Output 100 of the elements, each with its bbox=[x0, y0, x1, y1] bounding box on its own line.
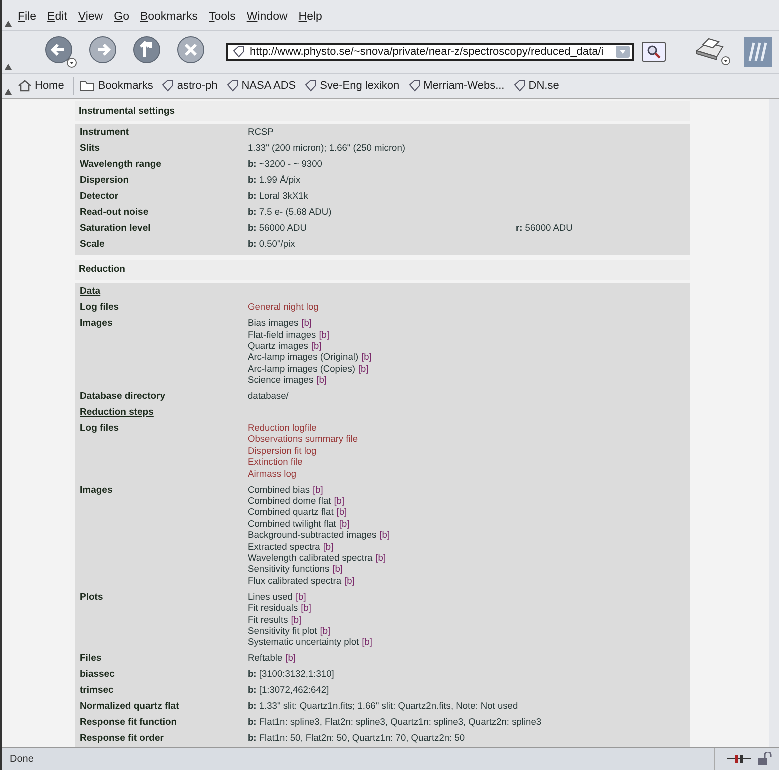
file-link[interactable]: [b] bbox=[358, 364, 369, 374]
field-value: Combined quartz flat bbox=[248, 507, 334, 518]
file-link[interactable]: Extinction file bbox=[248, 457, 303, 468]
field-label: Instrument bbox=[80, 127, 130, 138]
field-label: Read-out noise bbox=[80, 207, 149, 218]
field-value: 1.33" (200 micron); 1.66" (250 micron) bbox=[248, 143, 406, 154]
bookmark-item[interactable]: DN.se bbox=[514, 80, 560, 92]
file-link[interactable]: [b] bbox=[332, 564, 343, 574]
field-value: b: 56000 ADU bbox=[248, 223, 307, 234]
field-value: b: Loral 3kX1k bbox=[248, 191, 308, 202]
subsection-link[interactable]: Data bbox=[80, 286, 101, 298]
field-value: RCSP bbox=[248, 127, 274, 138]
file-link[interactable]: Observations summary file bbox=[248, 434, 358, 444]
bookmark-tag-icon bbox=[514, 80, 526, 92]
field-value: r: 56000 ADU bbox=[516, 223, 573, 234]
bookmark-tag-icon bbox=[226, 80, 239, 92]
grip-icon[interactable] bbox=[5, 89, 12, 95]
field-label: Log files bbox=[80, 302, 120, 314]
field-value: b: Flat1n: 50, Flat2n: 50, Quartz1n: 70, Quartz2n: 50 bbox=[248, 733, 466, 744]
file-link[interactable]: [b] bbox=[323, 542, 334, 552]
printer-icon[interactable] bbox=[693, 37, 733, 67]
field-value: b: [1:3072,462:642] bbox=[248, 685, 330, 696]
address-field[interactable]: http://www.physto.se/~snova/private/near-z/spectroscopy/reduced_data/i bbox=[226, 43, 634, 61]
search-button[interactable] bbox=[642, 42, 666, 62]
bookmark-item[interactable]: NASA ADS bbox=[226, 80, 296, 92]
field-value: Arc-lamp images (Original) bbox=[248, 352, 359, 362]
file-link[interactable]: [b] bbox=[302, 318, 312, 328]
back-button[interactable] bbox=[44, 35, 78, 69]
menu-item[interactable]: Tools bbox=[209, 11, 236, 23]
menu-item[interactable]: Edit bbox=[48, 11, 68, 23]
field-label: Images bbox=[80, 484, 113, 496]
field-value: Arc-lamp images (Copies) bbox=[248, 364, 356, 374]
field-label: Dispersion bbox=[80, 175, 130, 186]
file-link[interactable]: [b] bbox=[313, 484, 324, 495]
field-label: Wavelength range bbox=[80, 159, 162, 170]
field-label: Images bbox=[80, 318, 113, 330]
file-link[interactable]: [b] bbox=[339, 518, 350, 529]
logo-icon bbox=[744, 37, 772, 67]
bookmark-item[interactable]: astro-ph bbox=[162, 80, 218, 92]
field-value: Wavelength calibrated spectra bbox=[248, 552, 373, 563]
field-value: Background-subtracted images bbox=[248, 530, 377, 540]
file-link[interactable]: [b] bbox=[286, 653, 296, 664]
bookmark-item[interactable]: Merriam-Webs... bbox=[408, 80, 505, 92]
field-value: Sensitivity fit plot bbox=[248, 626, 318, 636]
field-label: Saturation level bbox=[80, 223, 151, 234]
field-value: Lines used bbox=[248, 592, 293, 602]
file-link[interactable]: [b] bbox=[316, 375, 327, 386]
file-link[interactable]: [b] bbox=[334, 496, 345, 506]
file-link[interactable]: [b] bbox=[336, 507, 348, 518]
field-value: Bias images bbox=[248, 318, 299, 328]
file-link[interactable]: [b] bbox=[344, 576, 355, 586]
menu-item[interactable]: Help bbox=[298, 11, 322, 23]
menu-item[interactable]: Go bbox=[114, 11, 130, 23]
bookmark-item[interactable]: Home bbox=[18, 80, 64, 92]
field-value: Fit residuals bbox=[248, 603, 298, 614]
menu-item[interactable]: File bbox=[18, 11, 37, 23]
file-link[interactable]: Reduction logfile bbox=[248, 423, 317, 434]
field-value: b: 7.5 e- (5.68 ADU) bbox=[248, 207, 332, 218]
file-link[interactable]: [b] bbox=[380, 530, 390, 540]
menu-item[interactable]: Window bbox=[246, 11, 288, 23]
field-label: trimsec bbox=[80, 685, 114, 696]
bookmark-tag-icon bbox=[233, 46, 245, 58]
file-link[interactable]: [b] bbox=[362, 352, 372, 362]
field-value: b: 1.99 Å/pix bbox=[248, 175, 301, 186]
field-value: Fit results bbox=[248, 614, 288, 624]
section-title: Reduction bbox=[79, 264, 126, 276]
file-link[interactable]: [b] bbox=[301, 603, 312, 614]
field-value: b: 1.33" slit: Quartz1n.fits; 1.66" slit: Quartz2n.fits, Note: Not used bbox=[248, 701, 518, 712]
file-link[interactable]: [b] bbox=[376, 552, 386, 563]
field-value: b: Flat1n: spline3, Flat2n: spline3, Quartz1n: spline3, Quartz2n: spline3 bbox=[248, 717, 542, 728]
file-link[interactable]: [b] bbox=[362, 637, 372, 648]
grip-icon[interactable] bbox=[5, 21, 12, 27]
subsection-link[interactable]: Reduction steps bbox=[80, 407, 154, 418]
file-link[interactable]: General night log bbox=[248, 302, 319, 312]
connection-icon bbox=[727, 753, 751, 765]
field-label: Database directory bbox=[80, 391, 166, 402]
field-label: Response fit order bbox=[80, 733, 164, 744]
field-value: Sensitivity functions bbox=[248, 564, 330, 574]
menu-item[interactable]: Bookmarks bbox=[140, 11, 198, 23]
file-link[interactable]: [b] bbox=[311, 340, 322, 351]
bookmark-item[interactable]: Bookmarks bbox=[80, 80, 154, 92]
bookmark-item[interactable]: Sve-Eng lexikon bbox=[305, 80, 400, 92]
file-link[interactable]: [b] bbox=[291, 614, 302, 624]
file-link[interactable]: [b] bbox=[296, 592, 306, 602]
file-link[interactable]: [b] bbox=[319, 330, 330, 340]
field-label: Scale bbox=[80, 239, 105, 250]
grip-icon[interactable] bbox=[5, 64, 12, 70]
field-value: Flux calibrated spectra bbox=[248, 576, 342, 586]
bookmark-tag-icon bbox=[162, 80, 174, 92]
file-link[interactable]: [b] bbox=[320, 626, 331, 636]
field-value: Combined twilight flat bbox=[248, 518, 336, 529]
field-label: Normalized quartz flat bbox=[80, 701, 180, 712]
section-title: Instrumental settings bbox=[79, 106, 176, 116]
bookmark-tag-icon bbox=[305, 80, 318, 92]
file-link[interactable]: Airmass log bbox=[248, 468, 297, 479]
field-value: Extracted spectra bbox=[248, 542, 320, 552]
field-label: Log files bbox=[80, 423, 120, 434]
menu-item[interactable]: View bbox=[78, 11, 104, 23]
bookmark-tag-icon bbox=[408, 80, 421, 92]
file-link[interactable]: Dispersion fit log bbox=[248, 446, 317, 456]
